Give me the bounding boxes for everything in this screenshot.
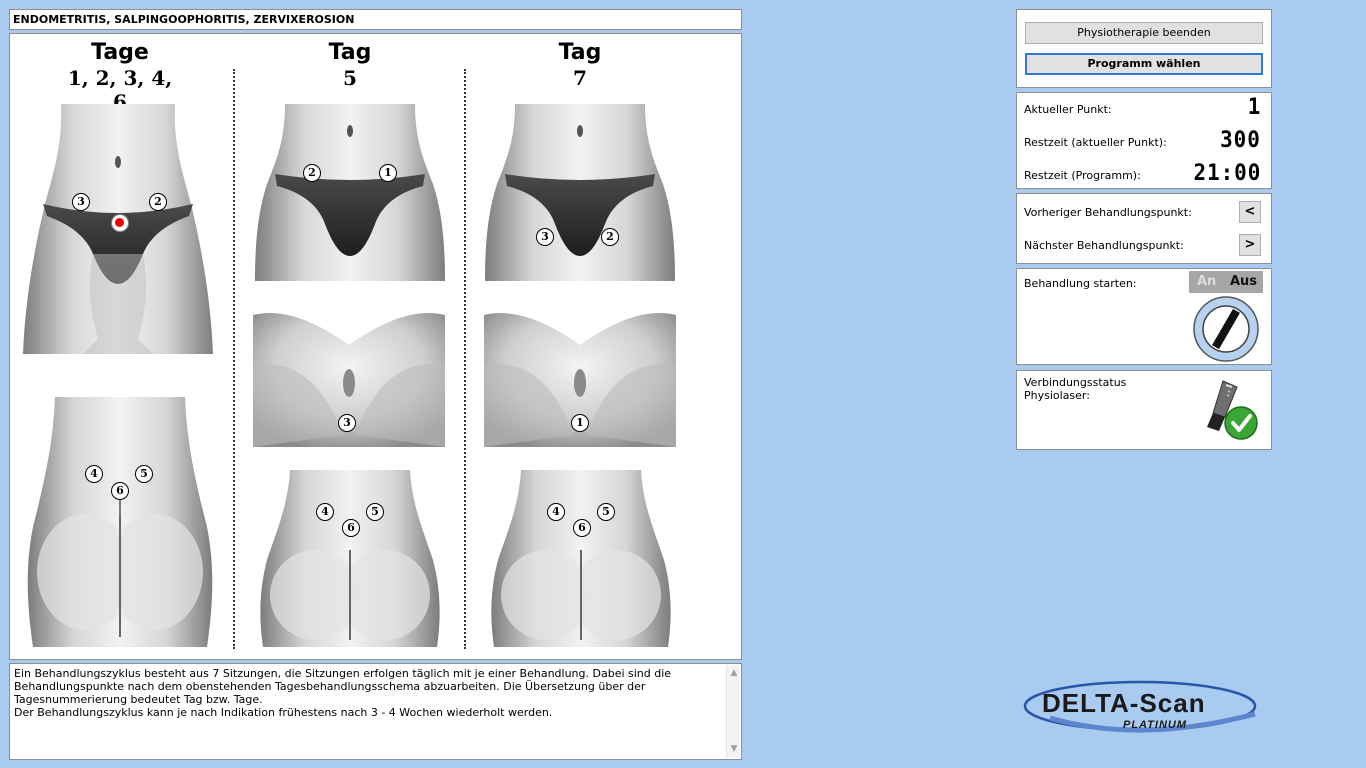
program-controls-panel: Physiotherapie beenden Programm wählen [1016,9,1272,88]
treatment-point-4[interactable]: 4 [85,465,103,483]
figure-back-view [25,397,215,647]
treatment-point-5[interactable]: 5 [135,465,153,483]
connection-label-line1: Verbindungsstatus [1024,376,1127,389]
current-point-label: Aktueller Punkt: [1024,103,1112,116]
connection-status-label: Verbindungsstatus Physiolaser: [1024,376,1126,402]
scroll-up-icon[interactable]: ▲ [727,667,741,680]
logo-sub: PLATINUM [1123,719,1187,731]
connection-label-line2: Physiolaser: [1024,389,1090,402]
figure-front-view [255,104,445,281]
treatment-panel: Behandlung starten: An Aus [1016,268,1272,365]
description-paragraph: Ein Behandlungszyklus besteht aus 7 Sitz… [14,667,672,706]
remaining-program-display: 21:00 [1193,161,1261,186]
remaining-program-label: Restzeit (Programm): [1024,169,1141,182]
column-heading-day-5: Tag 5 [290,40,410,90]
logo-brand: DELTA-Scan [1042,688,1206,718]
column-divider [464,69,466,649]
program-title: ENDOMETRITIS, SALPINGOOPHORITIS, ZERVIXE… [9,9,742,30]
treatment-point-3[interactable]: 3 [338,414,356,432]
treatment-point-5[interactable]: 5 [597,503,615,521]
connection-panel: Verbindungsstatus Physiolaser: [1016,370,1272,450]
figure-front-view [485,104,675,281]
treatment-point-2[interactable]: 2 [601,228,619,246]
end-physiotherapy-button[interactable]: Physiotherapie beenden [1025,22,1263,44]
column-divider [233,69,235,649]
treatment-point-current[interactable] [111,214,129,232]
toggle-off-label: Aus [1229,274,1257,289]
start-treatment-label: Behandlung starten: [1024,277,1137,290]
previous-point-button[interactable]: < [1239,201,1261,223]
column-heading-days-1-6: Tage 1, 2, 3, 4, 6 [60,40,180,114]
choose-program-button[interactable]: Programm wählen [1025,53,1263,75]
treatment-point-6[interactable]: 6 [573,519,591,537]
column-heading-line2: 5 [343,66,357,90]
treatment-point-3[interactable]: 3 [536,228,554,246]
treatment-point-6[interactable]: 6 [111,482,129,500]
treatment-point-4[interactable]: 4 [547,503,565,521]
next-point-label: Nächster Behandlungspunkt: [1024,239,1184,252]
treatment-point-3[interactable]: 3 [72,193,90,211]
description-scrollbar[interactable]: ▲ ▼ [726,665,740,758]
treatment-point-1[interactable]: 1 [571,414,589,432]
description-paragraph: Der Behandlungszyklus kann je nach Indik… [14,706,553,719]
scroll-down-icon[interactable]: ▼ [727,743,741,756]
column-heading-line1: Tag [558,40,602,65]
navigation-panel: Vorheriger Behandlungspunkt: < Nächster … [1016,193,1272,264]
treatment-point-5[interactable]: 5 [366,503,384,521]
remaining-point-label: Restzeit (aktueller Punkt): [1024,136,1167,149]
figure-back-view [255,470,445,647]
column-heading-line2: 7 [573,66,587,90]
figure-back-view [486,470,676,647]
column-heading-line1: Tag [328,40,372,65]
next-point-button[interactable]: > [1239,234,1261,256]
toggle-on-label: An [1197,274,1217,289]
treatment-point-2[interactable]: 2 [149,193,167,211]
column-heading-line1: Tage [91,40,149,65]
column-heading-day-7: Tag 7 [520,40,640,90]
treatment-point-1[interactable]: 1 [379,164,397,182]
treatment-point-4[interactable]: 4 [316,503,334,521]
treatment-diagram: Tage 1, 2, 3, 4, 6 Tag 5 Tag 7 3 2 4 5 6 [9,33,742,660]
treatment-toggle[interactable]: An Aus [1189,271,1263,293]
previous-point-label: Vorheriger Behandlungspunkt: [1024,206,1192,219]
rotary-switch-icon[interactable] [1192,296,1260,365]
status-panel: Aktueller Punkt: 1 Restzeit (aktueller P… [1016,92,1272,189]
treatment-point-6[interactable]: 6 [342,519,360,537]
program-description[interactable]: Ein Behandlungszyklus besteht aus 7 Sitz… [9,663,742,760]
treatment-point-2[interactable]: 2 [303,164,321,182]
laser-connected-icon [1197,377,1259,444]
delta-scan-logo: DELTA-Scan PLATINUM [1020,666,1270,749]
remaining-point-display: 300 [1220,128,1261,153]
current-point-display: 1 [1247,95,1261,120]
